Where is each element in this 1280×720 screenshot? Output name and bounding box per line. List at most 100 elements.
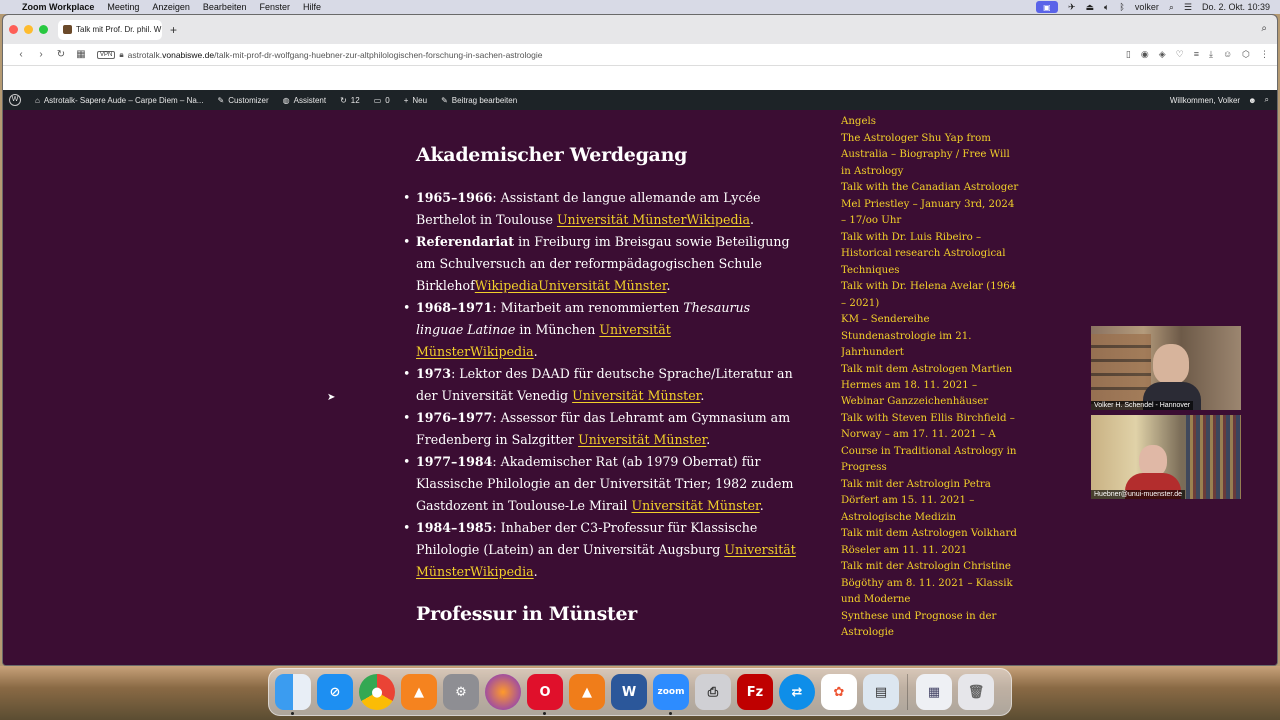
camera-icon[interactable]: ◉ (1141, 49, 1149, 60)
rocket-icon[interactable]: ✈ (1068, 2, 1076, 13)
url-field[interactable]: astrotalk.vonabiswe.de/talk-mit-prof-dr-… (128, 50, 543, 60)
source-link[interactable]: WikipediaUniversität Münster (475, 278, 667, 293)
downloads-folder-icon[interactable]: ▦ (916, 674, 952, 710)
career-year: 1968–1971 (416, 300, 493, 315)
vlc-icon[interactable]: ▲ (569, 674, 605, 710)
forward-icon[interactable]: › (31, 49, 51, 60)
menubar-user[interactable]: volker (1135, 2, 1159, 12)
wp-search-icon[interactable]: ⌕ (1265, 95, 1269, 105)
zoom-video-panel: Volker H. Schendel - Hannover Huebner@un… (1091, 326, 1241, 504)
sidebar-post-link[interactable]: Talk mit dem Astrologen Volkhard Röseler… (841, 526, 1019, 559)
photos-icon[interactable]: ✿ (821, 674, 857, 710)
printer-icon[interactable]: ⎙ (695, 674, 731, 710)
eject-icon[interactable]: ⏏ (1085, 2, 1094, 13)
reload-icon[interactable]: ↻ (51, 49, 71, 60)
wp-assistant[interactable]: ◍ Assistent (283, 96, 326, 105)
sidebar-post-link[interactable]: Talk mit dem Astrologen Martien Hermes a… (841, 362, 1019, 411)
sidebar-post-link[interactable]: Talk with the Canadian Astrologer Mel Pr… (841, 180, 1019, 229)
download-icon[interactable]: ⤓ (1209, 49, 1213, 60)
menu-hilfe[interactable]: Hilfe (303, 2, 321, 12)
career-period: . (533, 564, 538, 579)
trash-icon[interactable]: 🗑︎ (958, 674, 994, 710)
extensions-icon[interactable]: ⬡ (1242, 49, 1250, 60)
browser-tab[interactable]: Talk mit Prof. Dr. phil. W ✕ (58, 19, 162, 40)
video-tile[interactable]: Volker H. Schendel - Hannover (1091, 326, 1241, 410)
bookshelf-background (1186, 415, 1241, 499)
url-host: vonabiswe.de (162, 49, 215, 60)
video-tile[interactable]: Huebner@unui-muenster.de (1091, 415, 1241, 499)
sidebar-post-link[interactable]: Talk with Dr. Luis Ribeiro – Historical … (841, 230, 1019, 279)
source-link[interactable]: Universität Münster (631, 498, 759, 513)
wp-site-name[interactable]: ⌂ Astrotalk- Sapere Aude – Carpe Diem – N… (35, 96, 203, 105)
system-settings-icon[interactable]: ⚙ (443, 674, 479, 710)
tabs-grid-icon[interactable]: ▦ (71, 49, 91, 60)
career-text: : Mitarbeit am renommierten (492, 300, 684, 315)
safari-icon[interactable]: ⊘ (317, 674, 353, 710)
close-window-button[interactable] (9, 25, 18, 34)
spotlight-icon[interactable]: ⌕ (1169, 2, 1174, 13)
browser-window: Talk mit Prof. Dr. phil. W ✕ + ⌕ ‹ › ↻ ▦… (2, 14, 1278, 666)
profile-icon[interactable]: ☺ (1223, 49, 1232, 60)
maximize-window-button[interactable] (39, 25, 48, 34)
list-icon[interactable]: ≡ (1194, 49, 1199, 60)
vpn-badge[interactable]: VPN (97, 50, 116, 59)
sidebar-post-link[interactable]: Talk with Steven Ellis Birchfield – Norw… (841, 411, 1019, 477)
menu-meeting[interactable]: Meeting (107, 2, 139, 12)
sidebar-post-link[interactable]: Talk mit der Astrologin Petra Dörfert am… (841, 477, 1019, 526)
back-icon[interactable]: ‹ (11, 49, 31, 60)
wp-customizer[interactable]: ✎ Customizer (217, 96, 268, 105)
preview-icon[interactable]: ▤ (863, 674, 899, 710)
teamviewer-icon[interactable]: ⇄ (779, 674, 815, 710)
assistant-icon: ◍ (282, 95, 290, 105)
source-link[interactable]: Universität Münster (572, 388, 700, 403)
menu-anzeigen[interactable]: Anzeigen (152, 2, 190, 12)
shield-icon[interactable]: ◈ (1159, 49, 1166, 60)
new-tab-button[interactable]: + (170, 23, 177, 37)
filezilla-icon[interactable]: Fz (737, 674, 773, 710)
artstudio-icon[interactable]: ▲ (401, 674, 437, 710)
comment-icon: ▭ (373, 95, 382, 105)
wp-edit-post[interactable]: ✎ Beitrag bearbeiten (441, 96, 517, 105)
finder-icon[interactable] (275, 674, 311, 715)
heart-icon[interactable]: ♡ (1176, 49, 1184, 60)
tab-search-icon[interactable]: ⌕ (1261, 23, 1267, 34)
avatar-icon[interactable]: ☻ (1248, 96, 1256, 105)
source-link[interactable]: Universität Münster (578, 432, 706, 447)
wp-new[interactable]: + Neu (404, 96, 427, 105)
wp-updates[interactable]: ↻ 12 (340, 96, 360, 105)
sidebar-post-link[interactable]: Talk with Dr. Helena Avelar (1964 – 2021… (841, 279, 1019, 312)
menu-app-name[interactable]: Zoom Workplace (22, 2, 94, 12)
sidebar-post-link[interactable]: of Magic & Mastery – Planetary Angels (841, 110, 1019, 131)
bluetooth-icon[interactable]: ᛒ (1119, 2, 1124, 12)
opera-icon[interactable]: O (527, 674, 563, 715)
zoom-icon[interactable]: zoom (653, 674, 689, 715)
career-item: Referendariat in Freiburg im Breisgau so… (403, 231, 796, 297)
heading-professorship: Professur in Münster (416, 603, 637, 625)
sidebar-post-link[interactable]: Synthese und Prognose in der Astrologie (841, 609, 1019, 642)
menubar-datetime[interactable]: Do. 2. Okt. 10:39 (1202, 2, 1270, 12)
word-icon[interactable]: W (611, 674, 647, 710)
wp-logo-icon[interactable]: W (9, 94, 21, 106)
sidebar-post-link[interactable]: Talk mit der Astrologin Christine Bögöth… (841, 559, 1019, 608)
source-link[interactable]: Universität MünsterWikipedia (557, 212, 750, 227)
minimize-window-button[interactable] (24, 25, 33, 34)
menu-fenster[interactable]: Fenster (259, 2, 290, 12)
wp-customizer-label: Customizer (228, 95, 269, 105)
mouse-cursor-icon: ➤ (327, 392, 336, 403)
wp-new-label: Neu (412, 95, 428, 105)
sidebar-post-link[interactable]: KM – Sendereihe Stundenastrologie im 21.… (841, 312, 1019, 361)
lock-icon[interactable]: 🔒︎ (119, 50, 123, 60)
url-prefix: astrotalk. (127, 49, 163, 60)
career-year: 1984–1985 (416, 520, 493, 535)
reader-icon[interactable]: ▯ (1126, 49, 1131, 60)
more-menu-icon[interactable]: ⋮ (1260, 49, 1269, 60)
zoom-status-icon[interactable]: ▣ (1035, 1, 1058, 13)
firefox-icon[interactable] (485, 674, 521, 710)
wp-comments[interactable]: ▭ 0 (374, 96, 390, 105)
chrome-icon[interactable]: ● (359, 674, 395, 710)
volume-icon[interactable]: 🔈︎ (1104, 2, 1109, 13)
wp-welcome[interactable]: Willkommen, Volker (1170, 96, 1240, 105)
menu-bearbeiten[interactable]: Bearbeiten (203, 2, 247, 12)
control-center-icon[interactable]: ☰ (1184, 2, 1192, 13)
sidebar-post-link[interactable]: The Astrologer Shu Yap from Australia – … (841, 131, 1019, 180)
